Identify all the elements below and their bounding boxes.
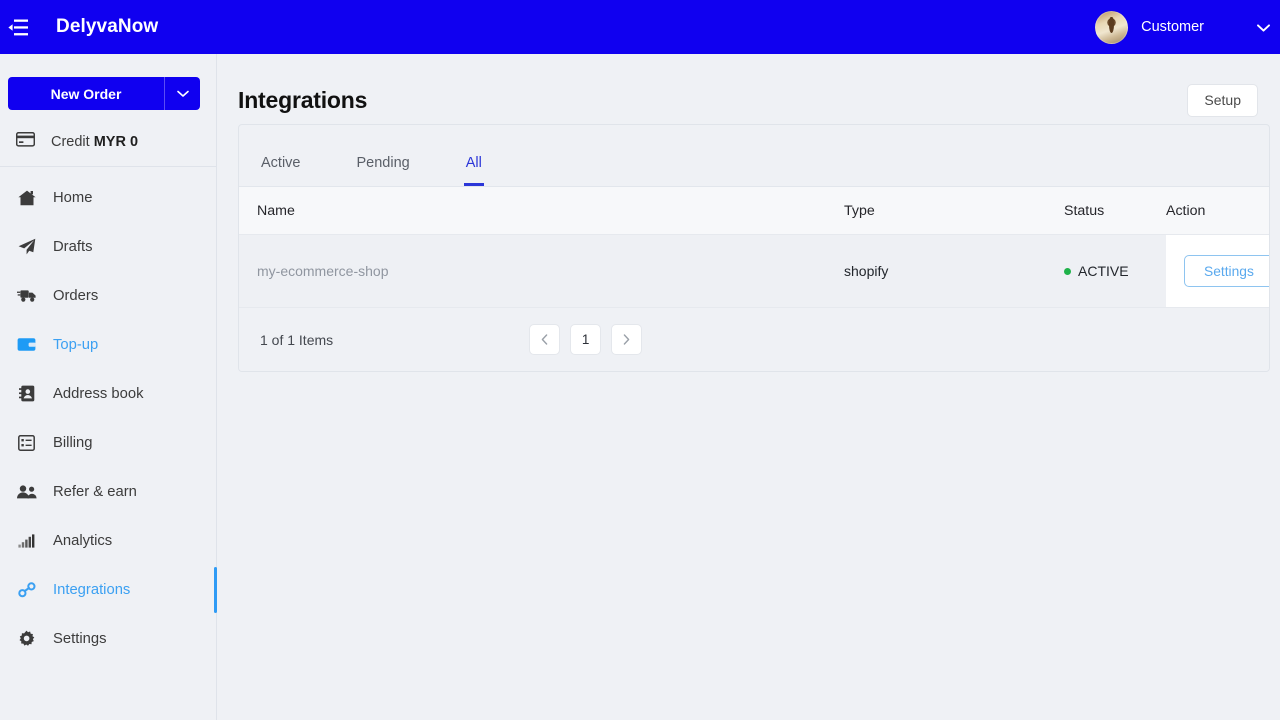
sidebar-nav: Home Drafts Orders Top-up Address book B…	[0, 167, 217, 663]
column-header-status: Status	[1064, 187, 1166, 235]
main-content: Integrations Setup Active Pending All Na…	[218, 54, 1280, 720]
cell-status: ACTIVE	[1064, 234, 1166, 308]
sidebar-item-label: Settings	[53, 630, 107, 647]
paper-plane-icon	[16, 238, 37, 255]
people-icon	[16, 484, 37, 499]
table-header-row: Name Type Status Action	[239, 187, 1269, 235]
sidebar-item-label: Orders	[53, 287, 99, 304]
chevron-down-icon[interactable]	[1257, 21, 1270, 34]
sidebar-item-label: Refer & earn	[53, 483, 137, 500]
page-title: Integrations	[238, 86, 368, 113]
sidebar-item-label: Analytics	[53, 532, 113, 549]
truck-icon	[16, 288, 37, 303]
row-settings-button[interactable]: Settings	[1184, 255, 1269, 287]
table-body: my-ecommerce-shop shopify ACTIVE Setting…	[239, 234, 1269, 308]
sidebar-item-label: Integrations	[53, 581, 131, 598]
brand-logo: DelyvaNow	[56, 16, 159, 37]
column-header-name: Name	[239, 187, 844, 235]
column-header-action: Action	[1166, 187, 1269, 235]
top-bar: DelyvaNow Customer	[0, 0, 1280, 54]
sidebar-item-integrations[interactable]: Integrations	[0, 565, 217, 614]
gear-icon	[16, 630, 37, 647]
tab-bar: Active Pending All	[239, 125, 1269, 187]
sidebar-item-analytics[interactable]: Analytics	[0, 516, 216, 565]
chevron-left-icon[interactable]	[529, 324, 561, 355]
sidebar-item-home[interactable]: Home	[0, 173, 216, 222]
link-chain-icon	[16, 581, 37, 598]
tab-all[interactable]: All	[463, 140, 484, 186]
sidebar-item-label: Home	[53, 189, 93, 206]
status-dot-icon	[1064, 267, 1071, 275]
avatar	[1095, 10, 1129, 44]
integrations-card: Active Pending All Name Type Status Acti…	[238, 124, 1270, 372]
column-header-type: Type	[844, 187, 1064, 235]
new-order-dropdown-toggle[interactable]	[164, 77, 200, 110]
menu-fold-icon[interactable]	[6, 16, 30, 38]
cell-action: Settings	[1166, 234, 1269, 308]
table-header: Name Type Status Action	[239, 187, 1269, 235]
sidebar-item-label: Address book	[53, 385, 144, 402]
sidebar-item-refer-earn[interactable]: Refer & earn	[0, 467, 216, 516]
credit-amount: MYR 0	[93, 133, 139, 150]
sidebar-item-top-up[interactable]: Top-up	[0, 320, 216, 369]
cell-type: shopify	[844, 234, 1064, 308]
cell-name: my-ecommerce-shop	[239, 234, 844, 308]
sidebar-item-orders[interactable]: Orders	[0, 271, 216, 320]
bar-chart-icon	[16, 533, 37, 548]
sidebar-item-address-book[interactable]: Address book	[0, 369, 216, 418]
pagination: 1 of 1 Items 1	[239, 308, 1269, 371]
contact-book-icon	[16, 385, 37, 402]
wallet-icon	[16, 337, 37, 352]
user-name-label: Customer	[1141, 19, 1204, 35]
new-order-label: New Order	[50, 85, 122, 102]
sidebar: New Order Credit MYR 0 Home Drafts Order…	[0, 54, 217, 720]
sidebar-item-settings[interactable]: Settings	[0, 614, 216, 663]
new-order-button[interactable]: New Order	[8, 77, 200, 110]
credit-label: Credit MYR 0	[51, 134, 138, 150]
tab-active[interactable]: Active	[261, 140, 301, 186]
status-badge: ACTIVE	[1078, 263, 1129, 279]
chevron-right-icon[interactable]	[611, 324, 643, 355]
sidebar-item-label: Top-up	[53, 336, 99, 353]
credit-balance[interactable]: Credit MYR 0	[0, 117, 216, 167]
sidebar-item-label: Billing	[53, 434, 93, 451]
pagination-controls: 1	[529, 324, 643, 355]
setup-button[interactable]: Setup	[1187, 83, 1258, 117]
tab-pending[interactable]: Pending	[357, 140, 410, 186]
sidebar-item-label: Drafts	[53, 238, 93, 255]
integrations-table: Name Type Status Action my-ecommerce-sho…	[239, 187, 1269, 308]
sidebar-item-drafts[interactable]: Drafts	[0, 222, 216, 271]
page-header: Integrations Setup	[218, 54, 1280, 124]
credit-text: Credit	[51, 133, 90, 150]
table-row[interactable]: my-ecommerce-shop shopify ACTIVE Setting…	[239, 234, 1269, 308]
home-icon	[16, 190, 37, 206]
pagination-info: 1 of 1 Items	[260, 331, 334, 348]
page-number-1[interactable]: 1	[570, 324, 602, 355]
sidebar-item-billing[interactable]: Billing	[0, 418, 216, 467]
credit-card-icon	[15, 131, 36, 152]
invoice-icon	[16, 434, 37, 451]
user-menu[interactable]: Customer	[1095, 0, 1280, 54]
